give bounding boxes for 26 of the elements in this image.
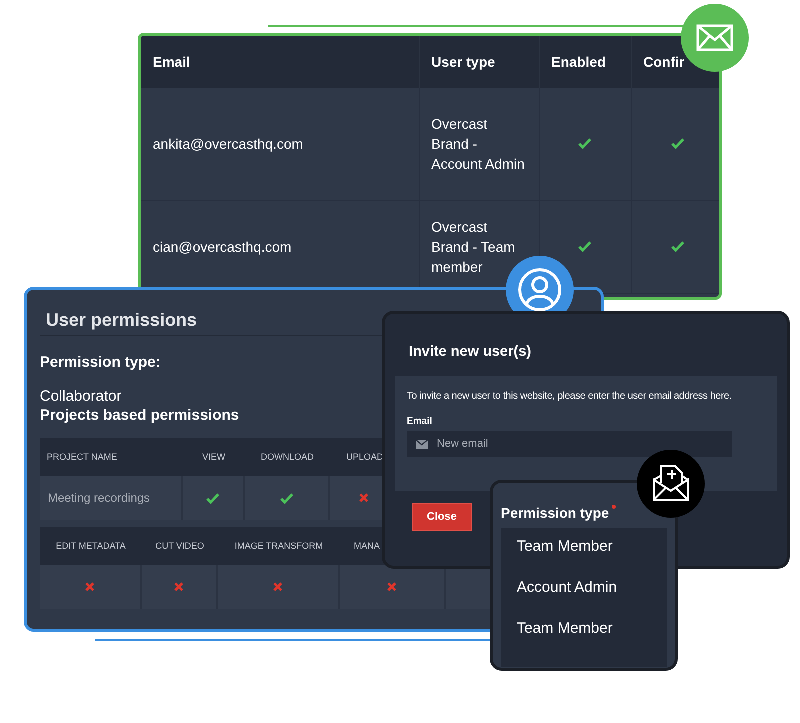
envelope-icon — [416, 440, 428, 449]
column-header: VIEW — [183, 438, 245, 476]
column-header: IMAGE TRANSFORM — [218, 527, 340, 565]
section-title: Projects based permissions — [40, 407, 240, 424]
field-label: Permission type — [501, 505, 610, 521]
field-label: Email — [407, 416, 434, 427]
permission-type-value: Collaborator — [40, 388, 122, 405]
dropdown-option[interactable]: Team Member — [517, 538, 667, 579]
dropdown-option[interactable]: Account Admin — [517, 579, 667, 620]
column-header: DOWNLOAD — [245, 438, 330, 476]
envelope-add-icon — [637, 450, 705, 518]
close-button[interactable]: Close — [412, 503, 472, 531]
dialog-title: Invite new user(s) — [408, 343, 532, 362]
permission-type-label: Permission type: — [40, 354, 161, 371]
user-type-cell: Overcast Brand - Account Admin — [419, 88, 539, 200]
column-header: CUT VIDEO — [142, 527, 218, 565]
column-header: User type — [419, 36, 539, 88]
column-header: Email — [141, 36, 419, 88]
column-header: Enabled — [539, 36, 631, 88]
dropdown-option[interactable]: Team Member — [517, 620, 667, 661]
instructions-text: To invite a new user to this website, please enter the user email address here. — [407, 391, 733, 402]
column-header: PROJECT NAME — [40, 438, 183, 476]
email-field[interactable]: New email — [407, 431, 732, 457]
project-cell: Meeting recordings — [40, 476, 183, 520]
column-header: EDIT METADATA — [40, 527, 142, 565]
email-cell: ankita@overcasthq.com — [141, 88, 419, 200]
